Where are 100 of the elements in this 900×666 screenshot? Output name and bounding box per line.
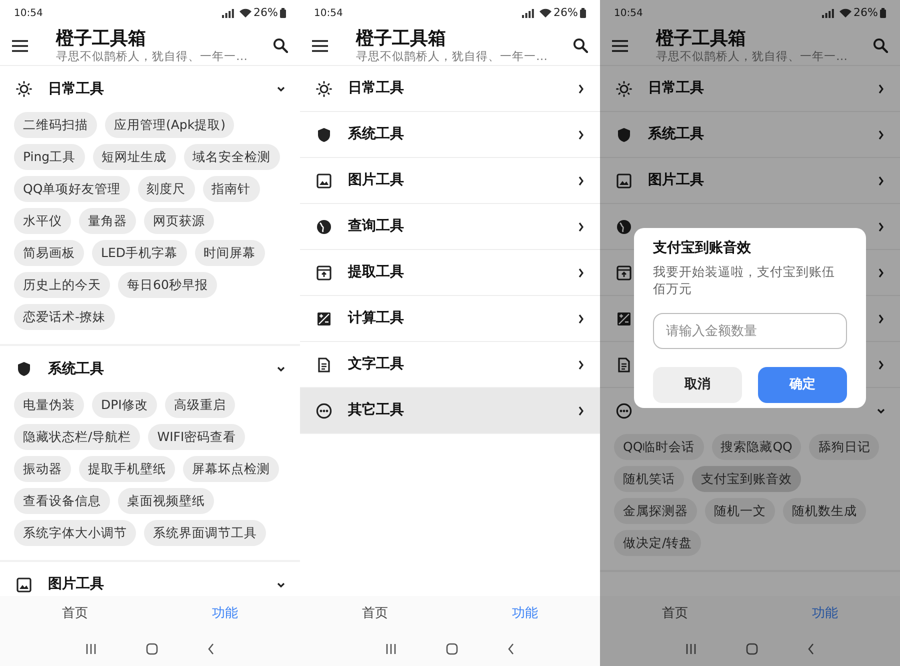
tool-chip[interactable]: 随机笑话 [614, 466, 684, 492]
tool-chip[interactable]: 桌面视频壁纸 [118, 488, 214, 514]
chevron-right-icon[interactable] [876, 82, 886, 94]
section-header[interactable]: 系统工具 [0, 346, 300, 392]
chevron-right-icon[interactable] [576, 82, 586, 94]
tool-chip[interactable]: 搜索隐藏QQ [712, 434, 802, 460]
sun-icon [616, 80, 632, 96]
tool-chip[interactable]: 随机一文 [705, 498, 775, 524]
tool-chip[interactable]: 二维码扫描 [14, 112, 97, 138]
tool-chip[interactable]: 恋爱话术-撩妹 [14, 304, 115, 330]
chevron-down-icon[interactable] [876, 406, 886, 416]
tool-chip[interactable]: 量角器 [79, 208, 136, 234]
tool-chip[interactable]: QQ单项好友管理 [14, 176, 130, 202]
nav-tab[interactable]: 首页 [300, 596, 450, 631]
home-icon[interactable] [746, 642, 758, 654]
chevron-right-icon[interactable] [876, 358, 886, 370]
confirm-button[interactable]: 确定 [758, 367, 847, 403]
menu-icon[interactable] [12, 40, 28, 52]
tool-chip[interactable]: 域名安全检测 [184, 144, 280, 170]
tool-chip[interactable]: 振动器 [14, 456, 71, 482]
tool-chip[interactable]: 指南针 [202, 176, 260, 202]
tool-chip[interactable]: 电量伪装 [14, 392, 84, 418]
tool-chip[interactable]: 系统界面调节工具 [144, 520, 266, 546]
home-icon[interactable] [446, 642, 458, 654]
tool-chip[interactable]: Ping工具 [14, 144, 85, 170]
tool-chip[interactable]: 每日60秒早报 [118, 272, 217, 298]
section-header[interactable]: 系统工具 [300, 112, 600, 158]
chevron-down-icon[interactable] [276, 84, 286, 94]
tool-chip[interactable]: 金属探测器 [614, 498, 697, 524]
battery-icon [880, 8, 886, 18]
recent-apps-icon[interactable] [384, 642, 397, 654]
tool-chip[interactable]: 高级重启 [164, 392, 235, 418]
tool-chip[interactable]: DPI修改 [92, 392, 157, 418]
section-header[interactable]: 图片工具 [300, 158, 600, 204]
calculator-icon [316, 310, 332, 326]
recent-apps-icon[interactable] [84, 642, 97, 654]
tool-chip[interactable]: 简易画板 [14, 240, 84, 266]
nav-tab[interactable]: 首页 [600, 596, 750, 631]
tool-chip[interactable]: 水平仪 [14, 208, 71, 234]
tool-chip[interactable]: 历史上的今天 [14, 272, 110, 298]
back-icon[interactable] [807, 642, 816, 654]
battery-level: 26% [554, 4, 578, 21]
tool-chip[interactable]: LED手机字幕 [92, 240, 186, 266]
status-time: 10:54 [14, 6, 43, 20]
section-header[interactable]: 提取工具 [300, 250, 600, 296]
search-icon[interactable] [573, 38, 588, 53]
chevron-right-icon[interactable] [876, 266, 886, 278]
tool-chip[interactable]: 网页获源 [144, 208, 214, 234]
nav-tab[interactable]: 功能 [450, 596, 600, 631]
menu-icon[interactable] [312, 40, 328, 52]
search-icon[interactable] [273, 38, 288, 53]
chevron-right-icon[interactable] [876, 128, 886, 140]
section-header[interactable]: 日常工具 [0, 66, 300, 112]
section-header[interactable]: 查询工具 [300, 204, 600, 250]
shield-icon [616, 126, 632, 142]
chevron-right-icon[interactable] [576, 174, 586, 186]
chevron-right-icon[interactable] [576, 404, 586, 416]
recent-apps-icon[interactable] [684, 642, 697, 654]
section-header[interactable]: 图片工具 [600, 158, 900, 204]
section-header[interactable]: 系统工具 [600, 112, 900, 158]
tool-chip[interactable]: 舔狗日记 [809, 434, 880, 460]
tool-chip[interactable]: 提取手机壁纸 [79, 456, 175, 482]
tool-chip[interactable]: 短网址生成 [92, 144, 176, 170]
nav-tab[interactable]: 首页 [0, 596, 150, 631]
home-icon[interactable] [146, 642, 158, 654]
search-icon[interactable] [873, 38, 888, 53]
image-icon [616, 172, 632, 188]
section-header[interactable]: 计算工具 [300, 296, 600, 342]
tool-chip[interactable]: 做决定/转盘 [614, 530, 702, 556]
chevron-right-icon[interactable] [876, 220, 886, 232]
tool-chip[interactable]: 屏幕坏点检测 [183, 456, 279, 482]
tool-chip[interactable]: WIFI密码查看 [148, 424, 246, 450]
chevron-right-icon[interactable] [576, 128, 586, 140]
shield-icon [16, 361, 32, 377]
document-icon [616, 356, 632, 372]
tool-chip[interactable]: 应用管理(Apk提取) [105, 112, 234, 138]
nav-tab[interactable]: 功能 [150, 596, 300, 631]
tool-chip[interactable]: 查看设备信息 [14, 488, 110, 514]
tool-chip[interactable]: 随机数生成 [783, 498, 866, 524]
chevron-right-icon[interactable] [576, 358, 586, 370]
menu-icon[interactable] [612, 40, 628, 52]
chevron-down-icon[interactable] [276, 364, 286, 374]
chevron-right-icon[interactable] [876, 174, 886, 186]
document-icon [316, 356, 332, 372]
section-header[interactable]: 其它工具 [300, 388, 600, 434]
tool-chip[interactable]: 时间屏幕 [194, 240, 264, 266]
tool-chip[interactable]: QQ临时会话 [614, 434, 704, 460]
tool-chip[interactable]: 隐藏状态栏/导航栏 [14, 424, 140, 450]
section-header[interactable]: 日常工具 [600, 66, 900, 112]
tool-chip[interactable]: 系统字体大小调节 [14, 520, 136, 546]
chevron-right-icon[interactable] [576, 312, 586, 324]
tool-chip[interactable]: 支付宝到账音效 [692, 466, 801, 492]
chevron-right-icon[interactable] [576, 266, 586, 278]
amount-input-field[interactable]: 请输入金额数量 [653, 313, 847, 349]
back-icon[interactable] [507, 642, 516, 654]
chevron-right-icon[interactable] [576, 220, 586, 232]
cancel-button[interactable]: 取消 [653, 367, 742, 403]
tool-chip[interactable]: 刻度尺 [138, 176, 195, 202]
back-icon[interactable] [207, 642, 216, 654]
chevron-right-icon[interactable] [876, 312, 886, 324]
